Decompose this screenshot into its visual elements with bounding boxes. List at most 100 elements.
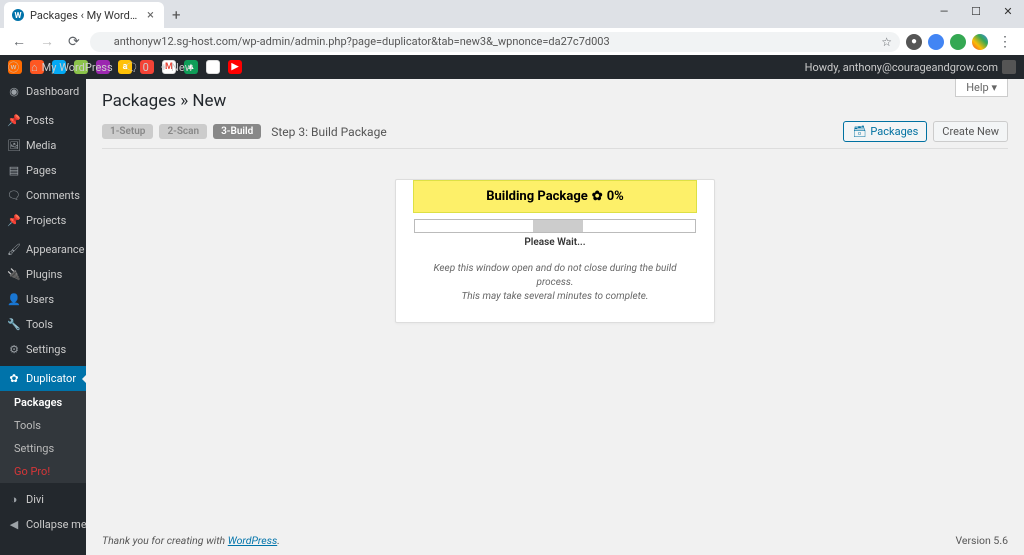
admin-menu: ◉Dashboard 📌Posts 🖼Media ▤Pages 🗨Comment…	[0, 79, 86, 555]
build-note: Keep this window open and do not close d…	[414, 262, 696, 304]
nav-reload-icon[interactable]: ⟳	[64, 32, 84, 52]
wrench-icon: 🔧	[8, 319, 20, 331]
nav-back-icon[interactable]: ←	[8, 31, 30, 52]
nav-forward-icon: →	[36, 31, 58, 52]
adminbar-site-name: My WordPress	[42, 61, 113, 74]
window-close[interactable]: ✕	[992, 0, 1024, 22]
wp-admin-bar: ⓦ ⌂ My WordPress 🗨 0 + New Howdy, anthon…	[0, 55, 1024, 79]
help-label: Help	[966, 81, 989, 94]
menu-label: Duplicator	[26, 372, 76, 385]
menu-tools[interactable]: 🔧 Tools	[0, 312, 86, 337]
home-icon: ⌂	[31, 61, 38, 74]
menu-label: Tools	[26, 318, 53, 331]
menu-label: Plugins	[26, 268, 62, 281]
menu-users[interactable]: 👤 Users	[0, 287, 86, 312]
adminbar-comments-count: 0	[143, 61, 149, 74]
step-2-badge: 2-Scan	[159, 124, 207, 139]
chevron-down-icon: ▾	[991, 81, 997, 94]
browser-chrome: W Packages ‹ My WordPress — Wo × + ← → ⟳…	[0, 0, 1024, 55]
submenu-settings[interactable]: Settings	[0, 437, 86, 460]
extension-icon[interactable]	[950, 34, 966, 50]
progress-bar	[414, 219, 696, 233]
footer-wp-link[interactable]: WordPress	[228, 534, 277, 547]
user-icon: 👤	[8, 294, 20, 306]
menu-pages[interactable]: ▤ Pages	[0, 158, 86, 183]
collapse-icon: ◀	[8, 519, 20, 531]
please-wait-text: Please Wait...	[414, 237, 696, 248]
menu-label: Posts	[26, 114, 54, 127]
tab-title: Packages ‹ My WordPress — Wo	[30, 9, 139, 22]
menu-collapse[interactable]: ◀ Collapse menu	[0, 512, 86, 537]
build-note-line2: This may take several minutes to complet…	[414, 290, 696, 304]
user-avatar-icon	[1002, 60, 1016, 74]
build-banner: Building Package ✿ 0%	[413, 180, 697, 213]
build-panel: Building Package ✿ 0% Please Wait... Kee…	[395, 179, 715, 323]
adminbar-comments[interactable]: 🗨 0	[125, 61, 149, 74]
menu-label: Users	[26, 293, 54, 306]
submenu-packages[interactable]: Packages	[0, 391, 86, 414]
menu-dashboard[interactable]: ◉Dashboard	[0, 79, 86, 104]
create-new-button[interactable]: Create New	[933, 121, 1008, 142]
menu-media[interactable]: 🖼Media	[0, 133, 86, 158]
menu-comments[interactable]: 🗨Comments	[0, 183, 86, 208]
extension-icon[interactable]	[928, 34, 944, 50]
chrome-menu-icon[interactable]: ⋮	[994, 32, 1016, 52]
plug-icon: 🔌	[8, 269, 20, 281]
progress-indicator	[533, 220, 583, 232]
help-tab[interactable]: Help ▾	[955, 79, 1008, 97]
extension-icon[interactable]: ●	[906, 34, 922, 50]
footer-version: Version 5.6	[955, 534, 1008, 547]
page-icon: ▤	[8, 165, 20, 177]
bookmark-star-icon[interactable]: ☆	[881, 35, 892, 49]
adminbar-new[interactable]: + New	[161, 61, 193, 74]
menu-label: Collapse menu	[26, 518, 86, 531]
packages-button[interactable]: 🗃Packages	[843, 121, 927, 142]
browser-tab-active[interactable]: W Packages ‹ My WordPress — Wo ×	[4, 2, 164, 28]
adminbar-new-label: New	[171, 61, 193, 74]
build-percent: 0%	[607, 189, 624, 204]
button-label: Create New	[942, 125, 999, 138]
menu-settings[interactable]: ⚙ Settings	[0, 337, 86, 362]
menu-divi[interactable]: ◑ Divi	[0, 487, 86, 512]
submenu-duplicator: Packages Tools Settings Go Pro!	[0, 391, 86, 483]
howdy-text: Howdy, anthony@courageandgrow.com	[805, 61, 998, 74]
content-area: Help ▾ Packages » New 1-Setup 2-Scan 3-B…	[86, 79, 1024, 555]
adminbar-howdy[interactable]: Howdy, anthony@courageandgrow.com	[805, 60, 1016, 74]
brush-icon: 🖌	[8, 244, 20, 256]
plus-icon: +	[161, 61, 167, 74]
wp-footer: Thank you for creating with WordPress. V…	[86, 526, 1024, 555]
gear-icon: ✿	[592, 189, 603, 204]
footer-thanks: Thank you for creating with	[102, 534, 228, 547]
menu-label: Projects	[26, 214, 66, 227]
profile-avatar-icon[interactable]	[972, 34, 988, 50]
button-label: Packages	[870, 125, 918, 138]
tab-close-icon[interactable]: ×	[145, 8, 156, 23]
bookmark-icon[interactable]	[206, 60, 220, 74]
adminbar-site-link[interactable]: ⌂ My WordPress	[31, 61, 113, 74]
menu-label: Media	[26, 139, 56, 152]
extensions-row: ● ⋮	[906, 32, 1016, 52]
address-bar[interactable]	[90, 32, 900, 52]
submenu-tools[interactable]: Tools	[0, 414, 86, 437]
sliders-icon: ⚙	[8, 344, 20, 356]
menu-label: Settings	[26, 343, 66, 356]
pin-icon: 📌	[8, 215, 20, 227]
submenu-gopro[interactable]: Go Pro!	[0, 460, 86, 483]
menu-appearance[interactable]: 🖌 Appearance	[0, 237, 86, 262]
menu-posts[interactable]: 📌Posts	[0, 108, 86, 133]
menu-label: Pages	[26, 164, 57, 177]
menu-plugins[interactable]: 🔌 Plugins	[0, 262, 86, 287]
step-1-badge: 1-Setup	[102, 124, 153, 139]
menu-duplicator[interactable]: ✿Duplicator	[0, 366, 86, 391]
window-maximize[interactable]: ☐	[960, 0, 992, 22]
divi-icon: ◑	[8, 494, 20, 506]
menu-projects[interactable]: 📌 Projects	[0, 208, 86, 233]
menu-label: Divi	[26, 493, 44, 506]
window-minimize[interactable]: —	[928, 0, 960, 22]
bookmark-youtube-icon[interactable]: ▶	[228, 60, 242, 74]
dashboard-icon: ◉	[8, 86, 20, 98]
new-tab-button[interactable]: +	[164, 2, 189, 28]
menu-label: Appearance	[26, 243, 85, 256]
wp-logo-icon[interactable]: ⓦ	[8, 59, 19, 75]
step-description: Step 3: Build Package	[271, 125, 386, 139]
